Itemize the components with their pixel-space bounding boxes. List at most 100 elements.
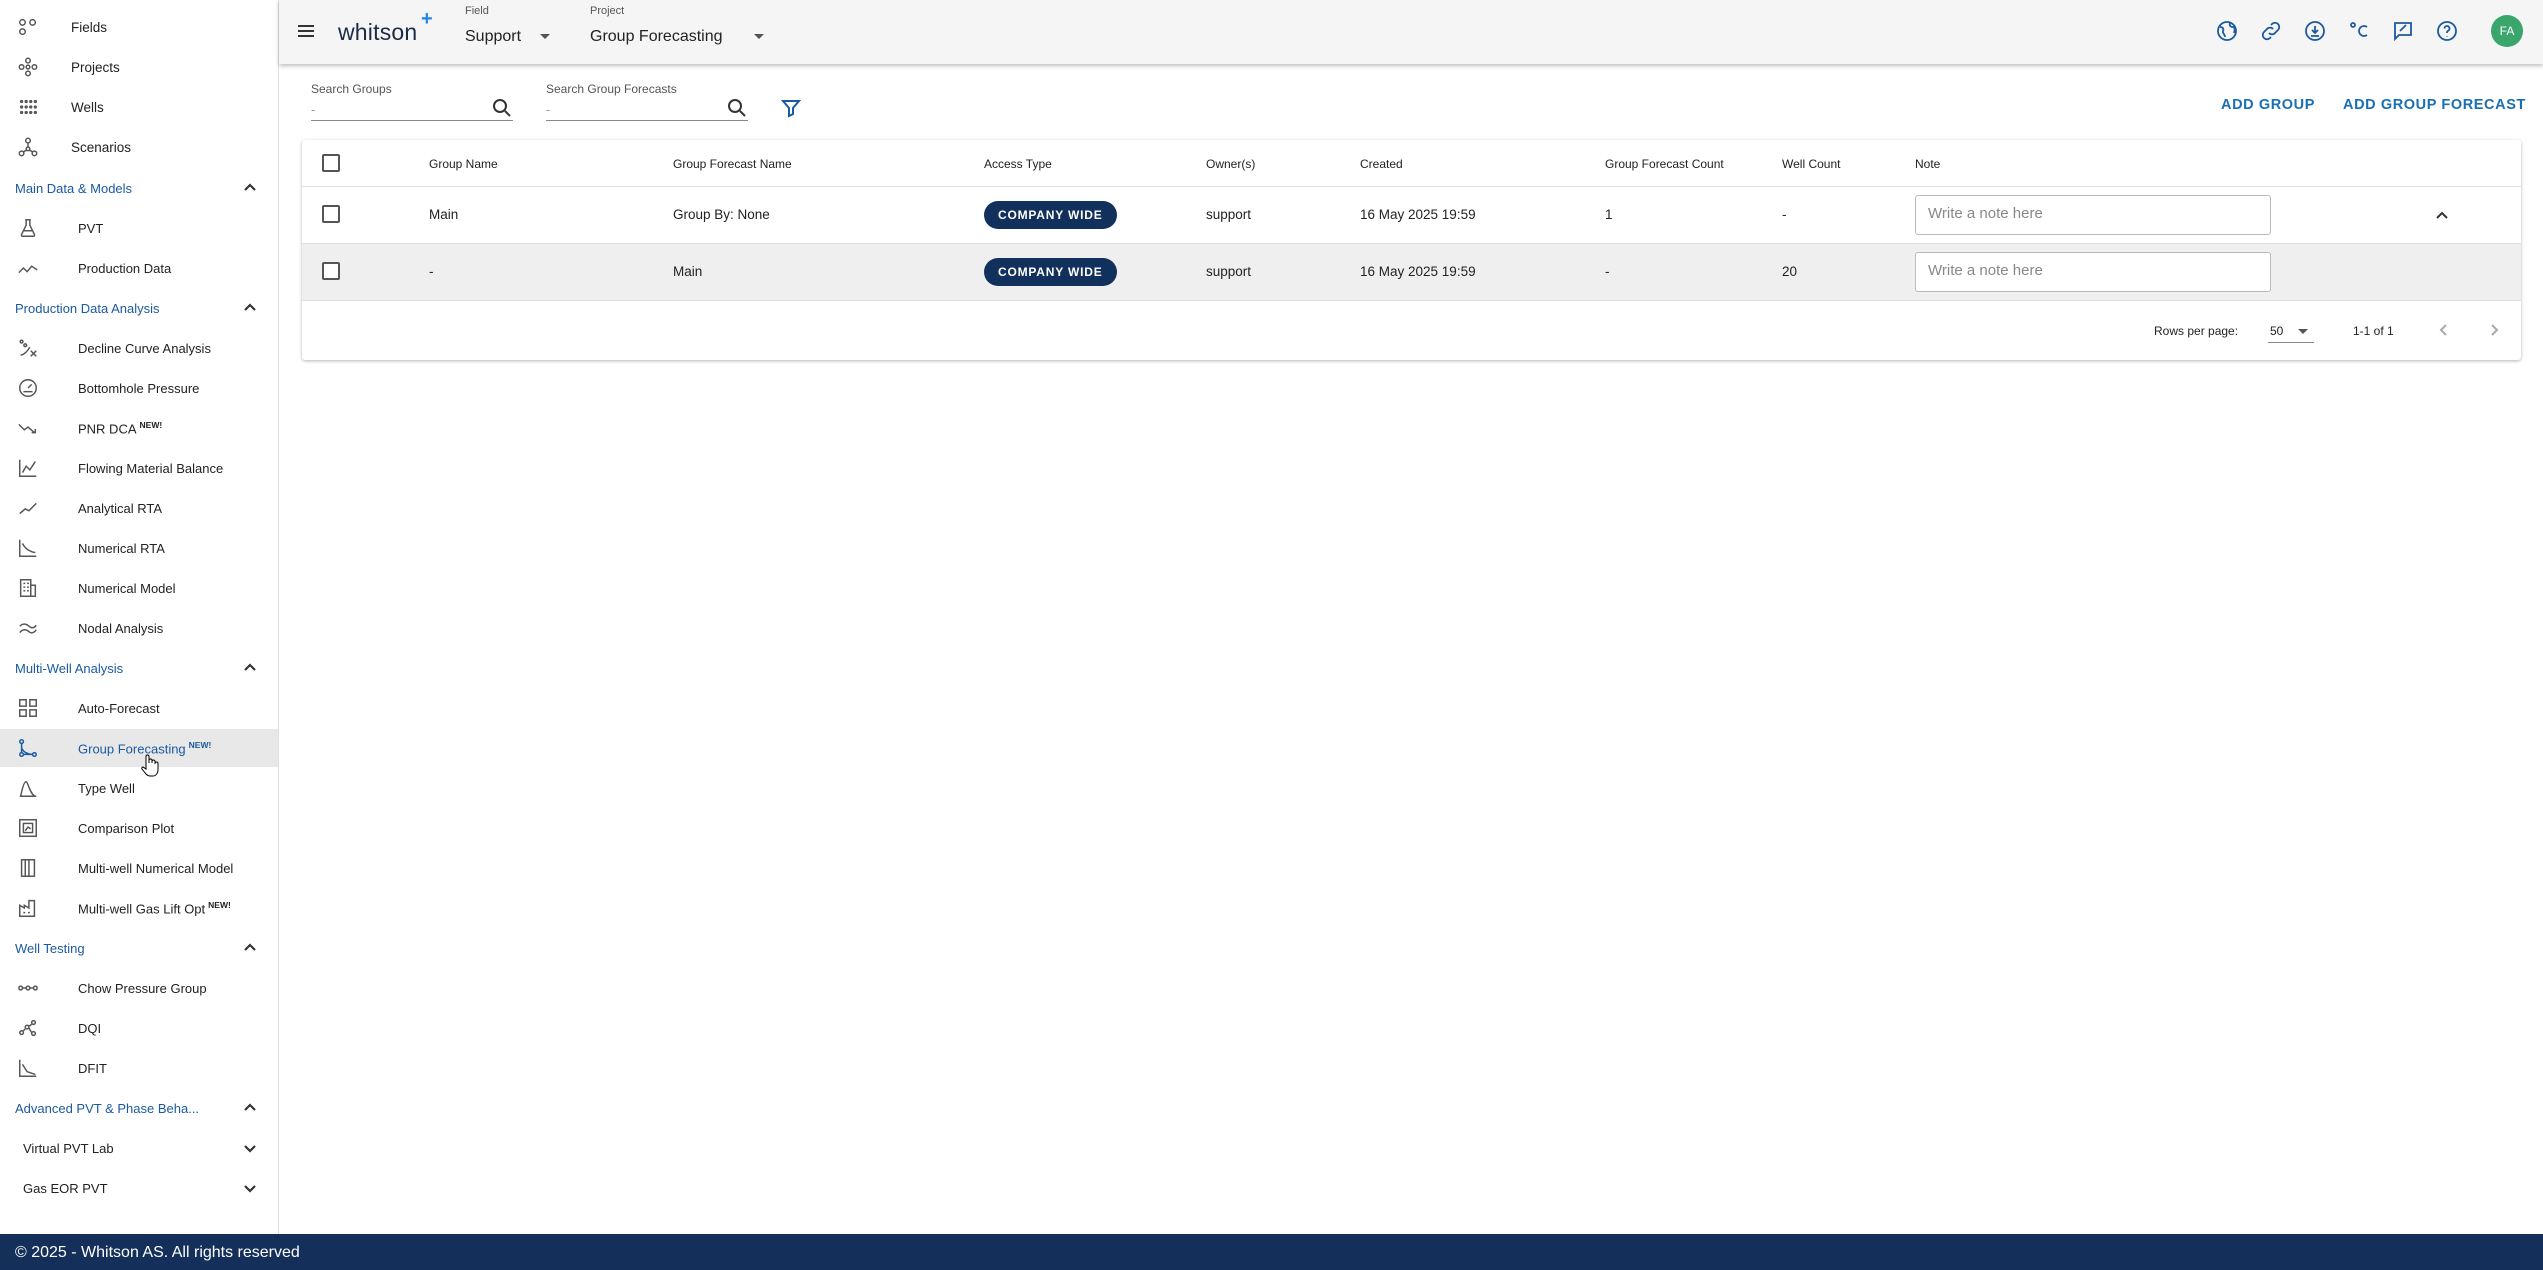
sidebar-item-type-well[interactable]: Type Well bbox=[0, 769, 278, 807]
project-select[interactable]: Group Forecasting bbox=[590, 28, 723, 46]
app-logo[interactable]: whitson bbox=[338, 19, 417, 46]
globe-icon[interactable] bbox=[2214, 18, 2240, 44]
sidebar-item-bottomhole-pressure[interactable]: Bottomhole Pressure bbox=[0, 369, 278, 407]
new-badge: NEW! bbox=[139, 419, 163, 430]
sidebar-item-nodal-analysis[interactable]: Nodal Analysis bbox=[0, 609, 278, 647]
table-row[interactable]: - Main COMPANY WIDE support 16 May 2025 … bbox=[302, 243, 2521, 300]
sidebar-item-dfit[interactable]: DFIT bbox=[0, 1049, 278, 1087]
search-forecasts-caption: Search Group Forecasts bbox=[546, 82, 677, 96]
section-production-analysis[interactable]: Production Data Analysis bbox=[0, 291, 278, 325]
sidebar-item-decline-curve-analysis[interactable]: Decline Curve Analysis bbox=[0, 329, 278, 367]
chain-dots-icon bbox=[16, 976, 40, 1000]
trend-line-icon bbox=[16, 256, 40, 280]
sidebar-item-label: Numerical Model bbox=[78, 580, 176, 596]
sidebar-item-fields[interactable]: Fields bbox=[0, 8, 278, 46]
sidebar-item-label: Comparison Plot bbox=[78, 820, 175, 836]
merge-icon bbox=[16, 736, 40, 760]
sidebar-item-auto-forecast[interactable]: Auto-Forecast bbox=[0, 689, 278, 727]
building-icon bbox=[16, 576, 40, 600]
search-groups-input[interactable] bbox=[311, 99, 513, 121]
curves-icon bbox=[16, 616, 40, 640]
field-select[interactable]: Support bbox=[465, 28, 521, 46]
row-checkbox[interactable] bbox=[322, 205, 340, 223]
dca-icon bbox=[16, 336, 40, 360]
column-header[interactable]: Owner(s) bbox=[1206, 157, 1255, 171]
avatar[interactable]: FA bbox=[2491, 15, 2523, 47]
select-all-checkbox[interactable] bbox=[322, 154, 340, 172]
sidebar-item-label: Gas EOR PVT bbox=[23, 1180, 108, 1196]
groups-table: Group Name Group Forecast Name Access Ty… bbox=[302, 140, 2521, 360]
sidebar-item-virtual-pvt-lab[interactable]: Virtual PVT Lab bbox=[0, 1131, 278, 1165]
sidebar-item-numerical-rta[interactable]: Numerical RTA bbox=[0, 529, 278, 567]
sidebar-item-scenarios[interactable]: Scenarios bbox=[0, 128, 278, 166]
sidebar-item-pvt[interactable]: PVT bbox=[0, 209, 278, 247]
section-well-testing[interactable]: Well Testing bbox=[0, 931, 278, 965]
download-icon[interactable] bbox=[2302, 18, 2328, 44]
sidebar-item-chow-pressure-group[interactable]: Chow Pressure Group bbox=[0, 969, 278, 1007]
column-header[interactable]: Access Type bbox=[984, 157, 1052, 171]
sidebar-item-label: Analytical RTA bbox=[78, 500, 163, 516]
created-cell: 16 May 2025 19:59 bbox=[1360, 264, 1476, 279]
column-header[interactable]: Group Name bbox=[429, 157, 498, 171]
chevron-up-icon[interactable] bbox=[2432, 205, 2452, 225]
filter-icon[interactable] bbox=[780, 97, 802, 119]
sidebar-item-label: Fields bbox=[71, 19, 108, 35]
sidebar-item-group-forecasting[interactable]: Group Forecasting NEW! bbox=[0, 729, 278, 767]
search-forecasts-input[interactable] bbox=[546, 99, 748, 121]
logo-plus: + bbox=[421, 8, 433, 30]
sidebar-item-wells[interactable]: Wells bbox=[0, 88, 278, 126]
sidebar-item-analytical-rta[interactable]: Analytical RTA bbox=[0, 489, 278, 527]
sidebar-item-label: Nodal Analysis bbox=[78, 620, 164, 636]
note-input[interactable] bbox=[1915, 252, 2271, 292]
sidebar-item-pnr-dca[interactable]: PNR DCA NEW! bbox=[0, 409, 278, 447]
next-page-icon[interactable] bbox=[2484, 320, 2504, 340]
field-dropdown-icon[interactable] bbox=[540, 34, 550, 39]
rows-per-page-select[interactable]: 50 bbox=[2268, 319, 2314, 343]
rows-per-page-label: Rows per page: bbox=[2154, 324, 2239, 338]
owner-cell: support bbox=[1206, 207, 1252, 222]
help-icon[interactable] bbox=[2434, 18, 2460, 44]
feedback-icon[interactable] bbox=[2390, 18, 2416, 44]
well-count-cell: - bbox=[1782, 207, 1787, 222]
add-group-forecast-button[interactable]: ADD GROUP FORECAST bbox=[2343, 97, 2526, 113]
column-header[interactable]: Created bbox=[1360, 157, 1403, 171]
sidebar-item-dqi[interactable]: DQI bbox=[0, 1009, 278, 1047]
sidebar-item-multi-well-numerical-model[interactable]: Multi-well Numerical Model bbox=[0, 849, 278, 887]
note-input[interactable] bbox=[1915, 195, 2271, 235]
columns-icon bbox=[16, 856, 40, 880]
access-type-badge: COMPANY WIDE bbox=[984, 201, 1117, 229]
sidebar-item-gas-eor-pvt[interactable]: Gas EOR PVT bbox=[0, 1171, 278, 1205]
row-checkbox[interactable] bbox=[322, 262, 340, 280]
sidebar-item-flowing-material-balance[interactable]: Flowing Material Balance bbox=[0, 449, 278, 487]
sidebar-item-label: Decline Curve Analysis bbox=[78, 340, 211, 356]
link-icon[interactable] bbox=[2258, 18, 2284, 44]
sidebar-item-projects[interactable]: Projects bbox=[0, 48, 278, 86]
sidebar-item-numerical-model[interactable]: Numerical Model bbox=[0, 569, 278, 607]
celsius-icon[interactable] bbox=[2346, 18, 2372, 44]
column-header[interactable]: Note bbox=[1915, 157, 1940, 171]
search-icon[interactable] bbox=[726, 97, 748, 119]
chevron-up-icon bbox=[242, 1100, 258, 1116]
project-dropdown-icon[interactable] bbox=[754, 34, 764, 39]
sidebar-item-multi-well-gas-lift-opt[interactable]: Multi-well Gas Lift Opt NEW! bbox=[0, 889, 278, 927]
type-well-icon bbox=[16, 776, 40, 800]
column-header[interactable]: Group Forecast Name bbox=[673, 157, 792, 171]
chevron-up-icon bbox=[242, 660, 258, 676]
add-group-button[interactable]: ADD GROUP bbox=[2221, 97, 2315, 113]
section-main-data[interactable]: Main Data & Models bbox=[0, 171, 278, 205]
top-bar: whitson + Field Support Project Group Fo… bbox=[279, 0, 2543, 64]
section-advanced-pvt[interactable]: Advanced PVT & Phase Beha... bbox=[0, 1091, 278, 1125]
section-multi-well[interactable]: Multi-Well Analysis bbox=[0, 651, 278, 685]
created-cell: 16 May 2025 19:59 bbox=[1360, 207, 1476, 222]
sidebar-item-label: Projects bbox=[71, 59, 120, 75]
sidebar-item-production-data[interactable]: Production Data bbox=[0, 249, 278, 287]
page-range: 1-1 of 1 bbox=[2353, 324, 2394, 338]
column-header[interactable]: Group Forecast Count bbox=[1605, 157, 1724, 171]
menu-icon[interactable] bbox=[295, 20, 317, 42]
sidebar-item-comparison-plot[interactable]: Comparison Plot bbox=[0, 809, 278, 847]
trending-down-icon bbox=[16, 416, 40, 440]
column-header[interactable]: Well Count bbox=[1782, 157, 1840, 171]
table-row[interactable]: Main Group By: None COMPANY WIDE support… bbox=[302, 186, 2521, 243]
search-icon[interactable] bbox=[491, 97, 513, 119]
prev-page-icon[interactable] bbox=[2434, 320, 2454, 340]
